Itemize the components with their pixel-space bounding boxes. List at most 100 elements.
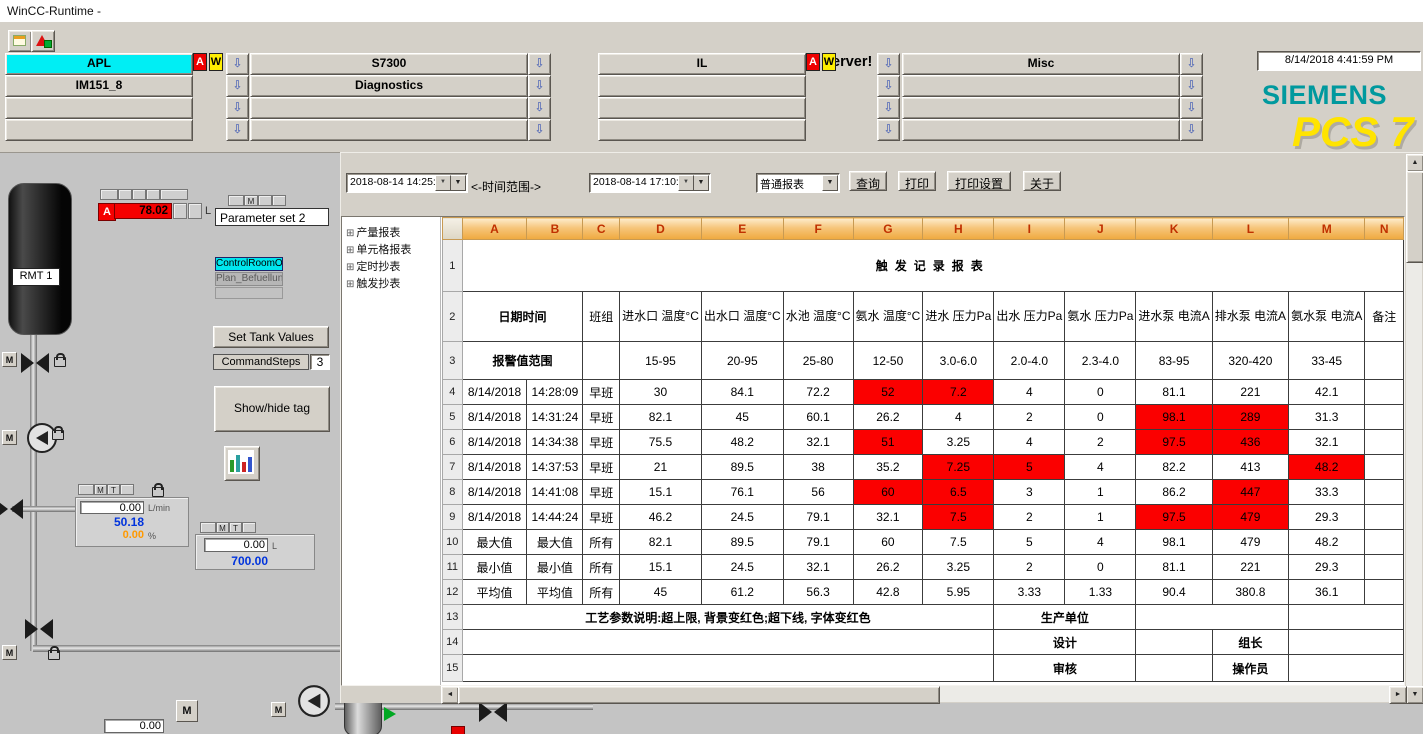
cell-r6-c2[interactable]: 早班 [583,430,620,455]
alarm-badge[interactable]: A [193,53,207,71]
cell-r7-c5[interactable]: 38 [783,455,853,480]
cell-r6-c7[interactable]: 3.25 [923,430,994,455]
scroll-up-button[interactable]: ▲ [1406,154,1423,172]
cell-r5-c2[interactable]: 早班 [583,405,620,430]
cell-r14-c4[interactable] [1289,630,1404,655]
nav-drop-arrow-icon[interactable]: ⇩ [1180,75,1203,97]
cell-r10-c10[interactable]: 98.1 [1136,530,1212,555]
cell-r3-c1[interactable] [583,342,620,380]
set-tank-values-button[interactable]: Set Tank Values [213,326,329,348]
nav-drop-arrow-icon[interactable]: ⇩ [528,119,551,141]
valve-icon[interactable] [0,498,24,520]
cell-r11-c8[interactable]: 2 [994,555,1065,580]
vertical-scroll-thumb[interactable] [1406,171,1423,263]
cell-r9-c1[interactable]: 14:44:24 [527,505,583,530]
nav-drop-arrow-icon[interactable]: ⇩ [528,75,551,97]
row-header-2[interactable]: 2 [443,292,463,342]
to-datetime-picker[interactable]: 2018-08-14 17:10:11 ▼ ▼ [589,173,711,193]
nav-button-empty[interactable] [598,119,806,141]
nav-drop-arrow-icon[interactable]: ⇩ [877,53,900,75]
row-header-11[interactable]: 11 [443,555,463,580]
cell-r9-c9[interactable]: 1 [1065,505,1136,530]
cell-r9-c2[interactable]: 早班 [583,505,620,530]
cell-r11-c0[interactable]: 最小值 [462,555,527,580]
scroll-down-button[interactable]: ▼ [1406,686,1423,704]
motor-box[interactable]: M [2,430,17,445]
cell-r12-c0[interactable]: 平均值 [462,580,527,605]
cell-r8-c5[interactable]: 56 [783,480,853,505]
cell-r10-c1[interactable]: 最大值 [527,530,583,555]
about-button[interactable]: 关于 [1023,171,1061,191]
cell-r7-c0[interactable]: 8/14/2018 [462,455,527,480]
cell-r8-c4[interactable]: 76.1 [701,480,783,505]
nav-button-empty[interactable] [902,97,1180,119]
cell-r9-c5[interactable]: 79.1 [783,505,853,530]
row-header-15[interactable]: 15 [443,655,463,682]
nav-button-s7300[interactable]: S7300 [250,53,528,75]
nav-button-empty[interactable] [598,75,806,97]
cell-r9-c10[interactable]: 97.5 [1136,505,1212,530]
cell-r3-c0[interactable]: 报警值范围 [462,342,583,380]
cell-r2-c10[interactable]: 排水泵 电流A [1212,292,1288,342]
cell-r6-c8[interactable]: 4 [994,430,1065,455]
tree-item-3[interactable]: ⊞触发抄表 [342,275,440,292]
row-header-13[interactable]: 13 [443,605,463,630]
dropdown-arrow-icon[interactable]: ▼ [450,175,466,191]
cell-r4-c2[interactable]: 早班 [583,380,620,405]
cell-r6-c0[interactable]: 8/14/2018 [462,430,527,455]
cell-r5-c13[interactable] [1365,405,1404,430]
tank-level-value[interactable]: 78.02 [114,203,172,219]
picture-tree-icon-button[interactable] [8,30,32,52]
cell-r7-c13[interactable] [1365,455,1404,480]
scroll-left-button[interactable]: ◄ [441,686,459,704]
cell-r9-c4[interactable]: 24.5 [701,505,783,530]
column-header-D[interactable]: D [620,218,702,240]
cell-r11-c5[interactable]: 32.1 [783,555,853,580]
cell-r8-c0[interactable]: 8/14/2018 [462,480,527,505]
cell-r5-c10[interactable]: 98.1 [1136,405,1212,430]
cell-r13-c2[interactable] [1136,605,1289,630]
cell-r6-c1[interactable]: 14:34:38 [527,430,583,455]
cell-r1-c0[interactable]: 触发记录报表 [462,240,1403,292]
cell-r4-c7[interactable]: 7.2 [923,380,994,405]
cell-r11-c11[interactable]: 221 [1212,555,1288,580]
nav-drop-arrow-icon[interactable]: ⇩ [1180,119,1203,141]
cell-r11-c4[interactable]: 24.5 [701,555,783,580]
cell-r14-c2[interactable] [1136,630,1212,655]
cell-r14-c3[interactable]: 组长 [1212,630,1288,655]
cell-r4-c13[interactable] [1365,380,1404,405]
flow-setpoint[interactable]: 50.18 [80,515,144,529]
cell-r10-c12[interactable]: 48.2 [1289,530,1365,555]
cell-r7-c2[interactable]: 早班 [583,455,620,480]
cell-r12-c6[interactable]: 42.8 [853,580,923,605]
row-header-14[interactable]: 14 [443,630,463,655]
cell-r10-c13[interactable] [1365,530,1404,555]
warning-badge[interactable]: W [209,53,223,71]
cell-r5-c3[interactable]: 82.1 [620,405,702,430]
tank-rmt1[interactable] [8,183,72,335]
cell-r2-c3[interactable]: 出水口 温度°C [701,292,783,342]
cell-r14-c1[interactable]: 设计 [994,630,1136,655]
nav-drop-arrow-icon[interactable]: ⇩ [226,75,249,97]
nav-button-empty[interactable] [250,97,528,119]
bottom-meter-value[interactable]: 0.00 [104,719,164,733]
row-header-12[interactable]: 12 [443,580,463,605]
cell-r12-c11[interactable]: 380.8 [1212,580,1288,605]
cell-r10-c9[interactable]: 4 [1065,530,1136,555]
spinner-icon[interactable]: ▼ [435,175,451,191]
cell-r11-c12[interactable]: 29.3 [1289,555,1365,580]
column-header-B[interactable]: B [527,218,583,240]
parameter-set-display[interactable]: Parameter set 2 [215,208,329,226]
row-header-9[interactable]: 9 [443,505,463,530]
nav-button-im151_8[interactable]: IM151_8 [5,75,193,97]
cell-r3-c4[interactable]: 25-80 [783,342,853,380]
cell-r6-c5[interactable]: 32.1 [783,430,853,455]
print-button[interactable]: 打印 [898,171,936,191]
plan-befuellung-button[interactable]: Plan_Befuellung [215,272,283,286]
cell-r6-c6[interactable]: 51 [853,430,923,455]
cell-r6-c4[interactable]: 48.2 [701,430,783,455]
cell-r8-c7[interactable]: 6.5 [923,480,994,505]
cell-r2-c7[interactable]: 出水 压力Pa [994,292,1065,342]
valve-icon[interactable] [477,701,509,723]
nav-button-empty[interactable] [902,119,1180,141]
